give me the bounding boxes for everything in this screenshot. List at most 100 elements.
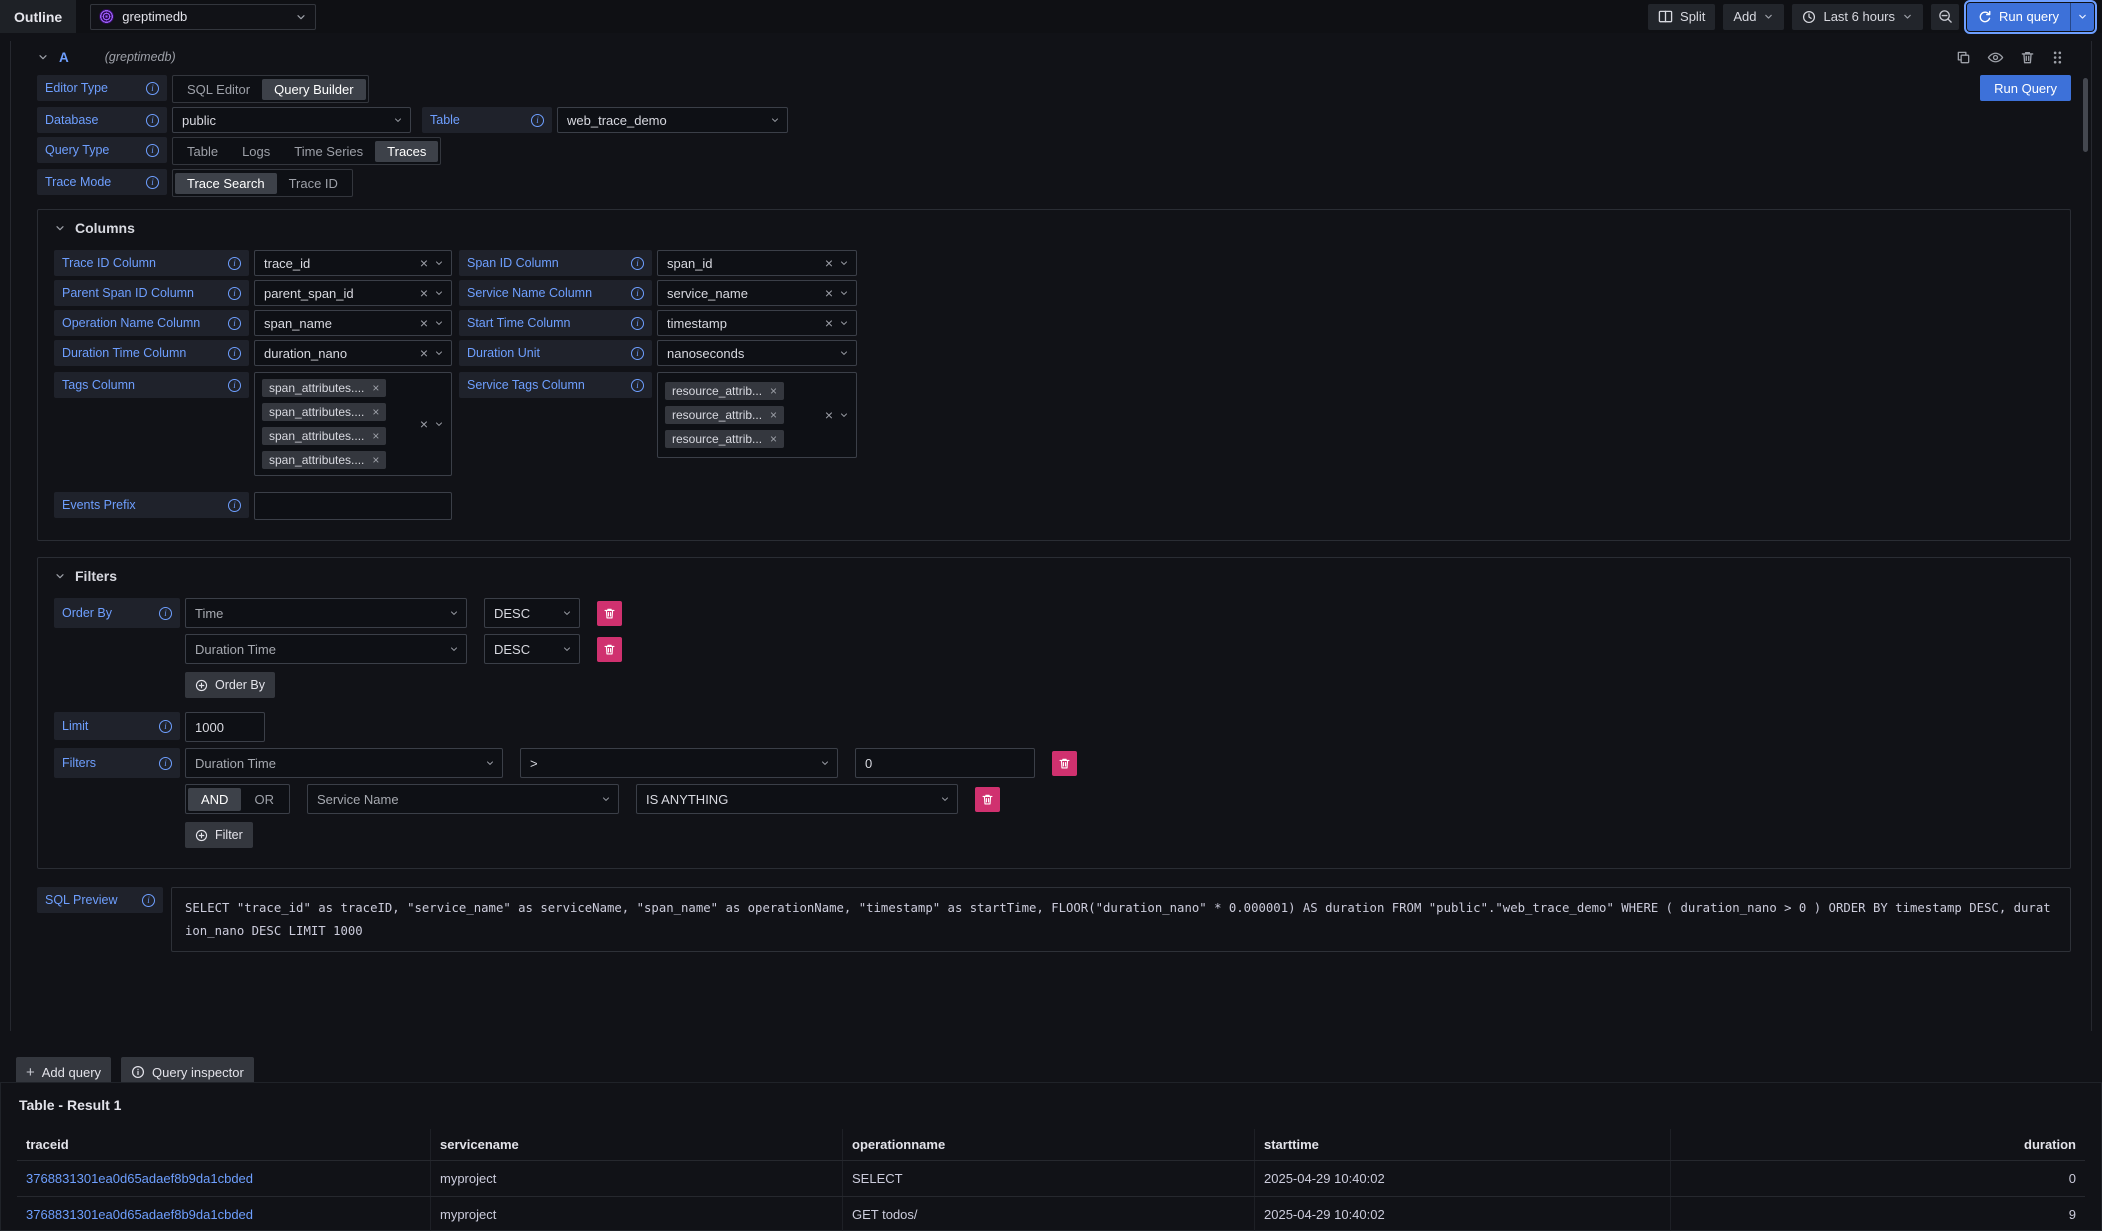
- database-select[interactable]: public: [172, 107, 411, 133]
- tab-traces[interactable]: Traces: [375, 141, 438, 162]
- info-icon[interactable]: i: [159, 720, 172, 733]
- info-icon[interactable]: i: [159, 607, 172, 620]
- remove-filter-button[interactable]: [1052, 751, 1077, 776]
- query-ref-id[interactable]: A: [59, 50, 69, 65]
- order-by-direction-select[interactable]: DESC: [484, 634, 580, 664]
- info-icon[interactable]: i: [146, 82, 159, 95]
- service-name-column-select[interactable]: service_name ×: [657, 280, 857, 306]
- info-icon[interactable]: i: [159, 757, 172, 770]
- tab-trace-id[interactable]: Trace ID: [277, 173, 350, 194]
- filter-field-select[interactable]: Duration Time: [185, 748, 503, 778]
- clear-icon[interactable]: ×: [420, 286, 428, 300]
- filter-field-select[interactable]: Service Name: [307, 784, 619, 814]
- remove-tag-icon[interactable]: ×: [770, 385, 777, 397]
- filter-operator-select[interactable]: >: [520, 748, 838, 778]
- span-id-column-select[interactable]: span_id ×: [657, 250, 857, 276]
- clear-all-icon[interactable]: ×: [825, 408, 833, 422]
- remove-order-by-button[interactable]: [597, 601, 622, 626]
- drag-handle-icon[interactable]: [2051, 50, 2063, 65]
- tab-logs[interactable]: Logs: [230, 141, 282, 162]
- add-order-by-button[interactable]: Order By: [185, 672, 275, 698]
- service-tag-chip[interactable]: resource_attrib...×: [665, 430, 784, 448]
- info-icon[interactable]: i: [146, 114, 159, 127]
- filter-operator-select[interactable]: IS ANYTHING: [636, 784, 958, 814]
- limit-input[interactable]: [185, 712, 265, 742]
- info-icon[interactable]: i: [228, 379, 241, 392]
- tab-time-series[interactable]: Time Series: [282, 141, 375, 162]
- remove-tag-icon[interactable]: ×: [372, 430, 379, 442]
- scrollbar-thumb[interactable]: [2083, 78, 2088, 152]
- tab-sql-editor[interactable]: SQL Editor: [175, 79, 262, 100]
- remove-filter-button[interactable]: [975, 787, 1000, 812]
- service-tag-chip[interactable]: resource_attrib...×: [665, 382, 784, 400]
- info-icon[interactable]: i: [228, 499, 241, 512]
- or-option[interactable]: OR: [241, 788, 287, 811]
- tag-chip[interactable]: span_attributes....×: [262, 451, 386, 469]
- column-header-duration[interactable]: duration: [1671, 1129, 2085, 1160]
- start-time-column-select[interactable]: timestamp ×: [657, 310, 857, 336]
- duplicate-query-icon[interactable]: [1956, 50, 1971, 65]
- remove-order-by-button[interactable]: [597, 637, 622, 662]
- info-icon[interactable]: i: [631, 257, 644, 270]
- zoom-out-button[interactable]: [1931, 4, 1959, 30]
- operation-name-column-select[interactable]: span_name ×: [254, 310, 452, 336]
- remove-tag-icon[interactable]: ×: [372, 406, 379, 418]
- clear-icon[interactable]: ×: [825, 286, 833, 300]
- clear-icon[interactable]: ×: [420, 346, 428, 360]
- and-option[interactable]: AND: [188, 788, 241, 811]
- duration-time-column-select[interactable]: duration_nano ×: [254, 340, 452, 366]
- clear-all-icon[interactable]: ×: [420, 417, 428, 431]
- trace-id-link[interactable]: 3768831301ea0d65adaef8b9da1cbded: [26, 1171, 253, 1186]
- datasource-picker[interactable]: greptimedb: [90, 4, 316, 30]
- column-header-operationname[interactable]: operationname: [843, 1129, 1255, 1160]
- parent-span-id-column-select[interactable]: parent_span_id ×: [254, 280, 452, 306]
- panel-run-query-button[interactable]: Run Query: [1980, 75, 2071, 101]
- trace-id-column-select[interactable]: trace_id ×: [254, 250, 452, 276]
- tag-chip[interactable]: span_attributes....×: [262, 379, 386, 397]
- tags-column-multiselect[interactable]: span_attributes....× span_attributes....…: [254, 372, 452, 476]
- info-icon[interactable]: i: [631, 379, 644, 392]
- filter-value-input[interactable]: [855, 748, 1035, 778]
- info-icon[interactable]: i: [146, 144, 159, 157]
- tag-chip[interactable]: span_attributes....×: [262, 427, 386, 445]
- info-icon[interactable]: i: [228, 317, 241, 330]
- column-header-starttime[interactable]: starttime: [1255, 1129, 1671, 1160]
- table-select[interactable]: web_trace_demo: [557, 107, 788, 133]
- delete-query-icon[interactable]: [2020, 50, 2035, 65]
- clear-icon[interactable]: ×: [825, 316, 833, 330]
- trace-id-link[interactable]: 3768831301ea0d65adaef8b9da1cbded: [26, 1207, 253, 1222]
- info-icon[interactable]: i: [228, 257, 241, 270]
- clear-icon[interactable]: ×: [420, 316, 428, 330]
- outline-label[interactable]: Outline: [0, 0, 76, 33]
- tab-query-builder[interactable]: Query Builder: [262, 79, 365, 100]
- service-tag-chip[interactable]: resource_attrib...×: [665, 406, 784, 424]
- order-by-direction-select[interactable]: DESC: [484, 598, 580, 628]
- collapse-section-icon[interactable]: [54, 570, 66, 582]
- add-button[interactable]: Add: [1723, 4, 1784, 30]
- events-prefix-input[interactable]: [254, 492, 452, 520]
- service-tags-column-multiselect[interactable]: resource_attrib...× resource_attrib...× …: [657, 372, 857, 458]
- clear-icon[interactable]: ×: [420, 256, 428, 270]
- remove-tag-icon[interactable]: ×: [372, 454, 379, 466]
- tag-chip[interactable]: span_attributes....×: [262, 403, 386, 421]
- remove-tag-icon[interactable]: ×: [770, 409, 777, 421]
- info-icon[interactable]: i: [142, 894, 155, 907]
- hide-query-icon[interactable]: [1987, 49, 2004, 66]
- remove-tag-icon[interactable]: ×: [372, 382, 379, 394]
- clear-icon[interactable]: ×: [825, 256, 833, 270]
- info-icon[interactable]: i: [631, 287, 644, 300]
- order-by-field-select[interactable]: Duration Time: [185, 634, 467, 664]
- duration-unit-select[interactable]: nanoseconds: [657, 340, 857, 366]
- time-range-button[interactable]: Last 6 hours: [1792, 4, 1923, 30]
- info-icon[interactable]: i: [228, 347, 241, 360]
- info-icon[interactable]: i: [631, 347, 644, 360]
- collapse-section-icon[interactable]: [54, 222, 66, 234]
- tab-table[interactable]: Table: [175, 141, 230, 162]
- column-header-traceid[interactable]: traceid: [17, 1129, 431, 1160]
- info-icon[interactable]: i: [228, 287, 241, 300]
- add-filter-button[interactable]: Filter: [185, 822, 253, 848]
- run-query-options-button[interactable]: [2070, 3, 2094, 31]
- split-button[interactable]: Split: [1648, 4, 1715, 30]
- order-by-field-select[interactable]: Time: [185, 598, 467, 628]
- info-icon[interactable]: i: [531, 114, 544, 127]
